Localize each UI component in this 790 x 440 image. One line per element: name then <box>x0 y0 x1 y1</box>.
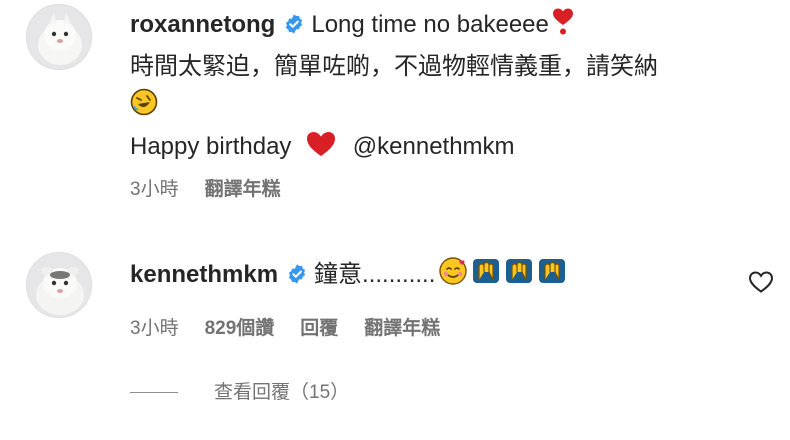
comment-line-2: 時間太緊迫，簡單咗啲，不過物輕情義重，請笑納 <box>130 53 658 80</box>
divider-line <box>130 392 178 394</box>
comment-text-birthday: Happy birthday <box>130 133 292 160</box>
raising-hands-emoji-icon <box>504 256 534 296</box>
comment-line-1: kennethmkm 鐘意........... <box>130 256 730 296</box>
comment-meta: 3小時 翻譯年糕 <box>130 177 730 203</box>
avatar[interactable] <box>26 4 92 70</box>
heart-exclamation-emoji-icon <box>552 8 574 46</box>
mention-link[interactable]: @kennethmkm <box>353 133 515 160</box>
view-replies-label: 查看回覆（15） <box>214 382 350 403</box>
timestamp: 3小時 <box>130 179 179 200</box>
username[interactable]: roxannetong <box>130 11 275 38</box>
comment-meta: 3小時 829個讚 回覆 翻譯年糕 <box>130 316 730 342</box>
like-heart-icon[interactable] <box>748 270 774 299</box>
rolling-laughing-emoji-icon <box>130 88 158 126</box>
view-replies-button[interactable]: 查看回覆（15） <box>130 380 349 406</box>
avatar[interactable] <box>26 252 92 318</box>
comment-line-4: Happy birthday @kennethmkm <box>130 130 730 167</box>
comment-line-3 <box>130 88 730 126</box>
comment-text: 鐘意........... <box>314 261 436 288</box>
verified-badge-icon <box>286 261 308 295</box>
red-heart-emoji-icon <box>306 131 336 167</box>
smiling-hearts-emoji-icon <box>438 256 468 296</box>
reply-button[interactable]: 回覆 <box>300 318 338 339</box>
raising-hands-emoji-icon <box>537 256 567 296</box>
timestamp: 3小時 <box>130 318 179 339</box>
verified-badge-icon <box>283 11 305 45</box>
translate-button[interactable]: 翻譯年糕 <box>205 179 281 200</box>
comment-line-1: roxannetong Long time no bakeeee <box>130 8 730 46</box>
raising-hands-emoji-icon <box>471 256 501 296</box>
translate-button[interactable]: 翻譯年糕 <box>364 318 440 339</box>
likes-count[interactable]: 829個讚 <box>205 318 275 339</box>
username[interactable]: kennethmkm <box>130 261 278 288</box>
comment-text: Long time no bakeeee <box>311 11 549 38</box>
